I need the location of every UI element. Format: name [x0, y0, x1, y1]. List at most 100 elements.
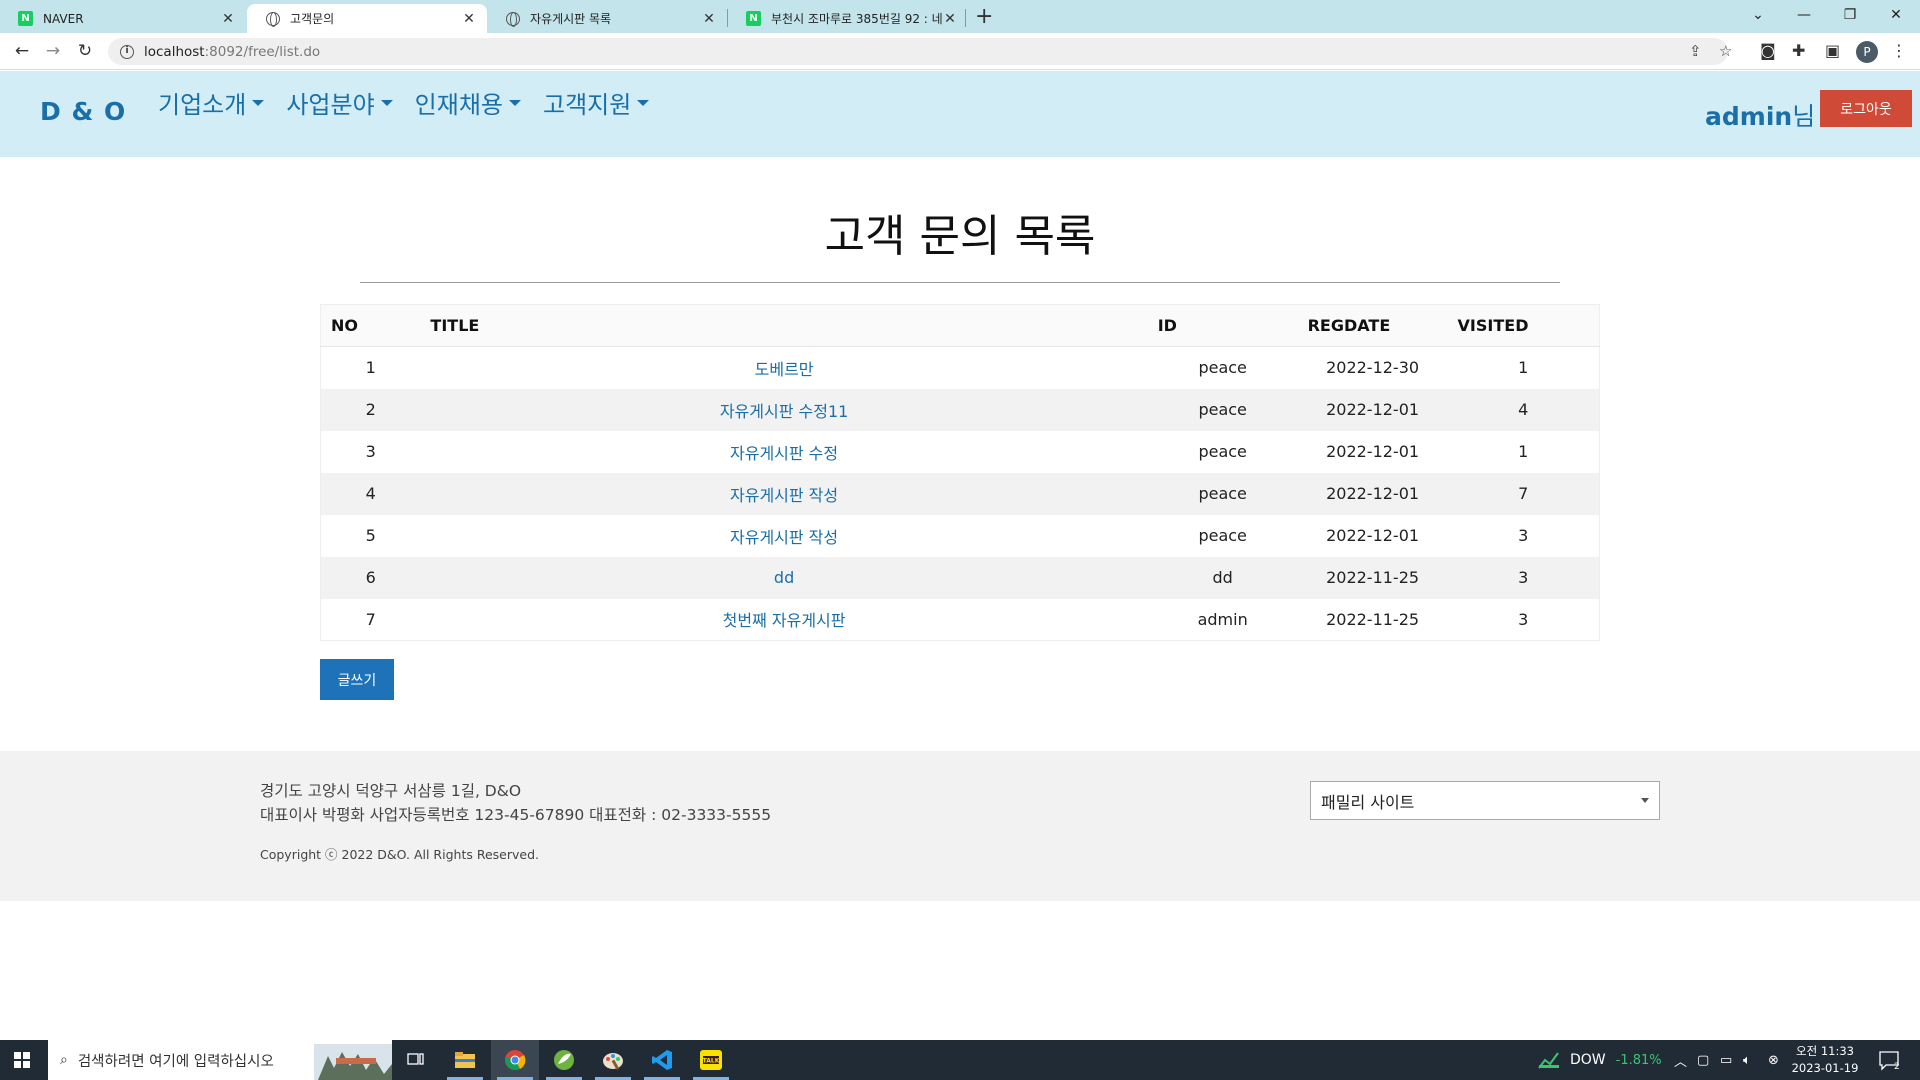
chrome-icon[interactable]	[491, 1040, 539, 1080]
minimize-icon[interactable]: —	[1781, 4, 1827, 26]
logout-button[interactable]: 로그아웃	[1820, 90, 1912, 127]
paint-icon[interactable]	[589, 1040, 637, 1080]
cell-no: 5	[365, 526, 376, 545]
nav-recruitment[interactable]: 인재채용	[415, 85, 521, 120]
page-title: 고객 문의 목록	[824, 211, 1096, 262]
task-view-icon[interactable]	[392, 1040, 440, 1080]
family-site-select[interactable]: 패밀리 사이트	[1310, 781, 1660, 820]
clock-time: 오전 11:33	[1796, 1044, 1854, 1058]
site-footer: 경기도 고양시 덕양구 서삼릉 1길, D&O 대표이사 박평화 사업자등록번호…	[0, 751, 1920, 901]
cell-no: 1	[365, 358, 376, 378]
cell-no: 6	[320, 556, 421, 599]
close-icon[interactable]: ✕	[461, 11, 477, 27]
more-menu-icon[interactable]: ⋮	[1891, 41, 1907, 60]
notification-count: 2	[1894, 1062, 1900, 1071]
windows-start-icon[interactable]	[14, 1052, 30, 1068]
url-path: :8092/free/list.do	[204, 43, 321, 60]
spring-tool-suite-icon[interactable]	[540, 1040, 588, 1080]
main-navigation: 기업소개 사업분야 인재채용 고객지원	[158, 85, 671, 120]
close-icon[interactable]: ✕	[701, 11, 717, 27]
search-icon: ⌕	[60, 1052, 68, 1068]
post-title-link[interactable]: 자유게시판 작성	[730, 486, 838, 505]
restore-icon[interactable]: ❐	[1827, 4, 1873, 26]
status-warning-icon[interactable]: ⊗	[1768, 1040, 1779, 1080]
side-panel-icon[interactable]: ▣	[1825, 41, 1840, 60]
close-icon[interactable]: ✕	[220, 11, 236, 27]
site-logo[interactable]: D & O	[40, 97, 126, 126]
post-title-link[interactable]: dd	[774, 568, 794, 587]
cell-regdate: 2022-11-25	[1326, 609, 1420, 629]
caret-down-icon	[380, 99, 393, 106]
column-header-regdate: REGDATE	[1297, 304, 1448, 347]
address-bar[interactable]: i localhost:8092/free/list.do	[108, 38, 1728, 65]
tab-search-icon[interactable]: ⌄	[1735, 4, 1781, 26]
nav-business-area[interactable]: 사업분야	[286, 85, 393, 120]
table-row: 4 자유게시판 작성 peace 2022-12-01 7	[320, 472, 1600, 515]
screenshot-camera-icon[interactable]: ◙	[1760, 41, 1776, 60]
extensions-puzzle-icon[interactable]: ✚	[1792, 41, 1805, 60]
file-explorer-icon[interactable]	[441, 1040, 489, 1080]
clock-date: 2023-01-19	[1791, 1061, 1859, 1075]
back-icon[interactable]: ←	[10, 39, 34, 63]
reload-icon[interactable]: ↻	[73, 39, 97, 63]
tab-naver[interactable]: N NAVER ✕	[0, 4, 246, 33]
taskbar-search-box[interactable]: ⌕ 검색하려면 여기에 입력하십시오	[48, 1040, 392, 1080]
table-row: 2 자유게시판 수정11 peace 2022-12-01 4	[320, 388, 1600, 431]
table-row: 6 dd dd 2022-11-25 3	[320, 556, 1600, 599]
site-info-icon[interactable]: i	[120, 44, 134, 59]
volume-muted-icon[interactable]: 🔈︎	[1743, 1040, 1751, 1080]
cell-no: 2	[320, 388, 421, 431]
table-row: 7 첫번째 자유게시판 admin 2022-11-25 3	[321, 599, 1600, 641]
post-title-link[interactable]: 도베르만	[755, 360, 814, 379]
tab-naver-map[interactable]: N 부천시 조마루로 385번길 92 : 네 ✕	[728, 4, 968, 33]
post-title-link[interactable]: 자유게시판 수정11	[720, 402, 849, 421]
inquiry-table: NO TITLE ID REGDATE VISITED 1 도베르만 peace…	[320, 304, 1600, 641]
footer-business-info: 대표이사 박평화 사업자등록번호 123-45-67890 대표전화 : 02-…	[260, 806, 772, 824]
tab-free-board[interactable]: 자유게시판 목록 ✕	[487, 4, 727, 33]
new-tab-button[interactable]: +	[975, 5, 993, 29]
post-title-link[interactable]: 자유게시판 수정	[730, 444, 838, 463]
user-name: admin	[1705, 102, 1793, 131]
table-header-row: NO TITLE ID REGDATE VISITED	[320, 304, 1600, 347]
title-divider	[360, 282, 1560, 283]
globe-icon	[505, 11, 520, 27]
kakaotalk-icon[interactable]: TALK	[687, 1040, 735, 1080]
cell-id: peace	[1198, 358, 1247, 378]
cell-regdate: 2022-12-01	[1326, 526, 1420, 545]
nav-company-intro[interactable]: 기업소개	[158, 85, 265, 120]
table-row: 1 도베르만 peace 2022-12-30 1	[321, 347, 1600, 389]
close-icon[interactable]: ✕	[942, 11, 958, 27]
meet-now-icon[interactable]: ▢	[1697, 1040, 1709, 1080]
stock-chart-icon	[1538, 1052, 1559, 1069]
tab-customer-inquiry[interactable]: 고객문의 ✕	[247, 4, 487, 33]
profile-avatar[interactable]: P	[1856, 41, 1878, 63]
post-title-link[interactable]: 자유게시판 작성	[730, 528, 838, 547]
table-row: 3 자유게시판 수정 peace 2022-12-01 1	[321, 431, 1600, 473]
nav-label: 고객지원	[542, 91, 632, 119]
cell-regdate: 2022-11-25	[1297, 556, 1448, 599]
cell-no: 3	[365, 442, 376, 461]
show-hidden-icons-icon[interactable]: ︿	[1674, 1040, 1687, 1080]
browser-tab-strip: N NAVER ✕ 고객문의 ✕ 자유게시판 목록 ✕ N 부천시 조마루로 3…	[0, 0, 1920, 33]
cell-id: peace	[1147, 388, 1298, 431]
cell-visited: 1	[1518, 358, 1529, 378]
post-title-link[interactable]: 첫번째 자유게시판	[723, 611, 846, 630]
nav-label: 사업분야	[286, 91, 375, 119]
cell-id: admin	[1197, 609, 1248, 629]
notification-center-icon[interactable]: 2	[1878, 1040, 1900, 1080]
browser-toolbar: ← → ↻ i localhost:8092/free/list.do ⇪ ☆ …	[0, 33, 1920, 70]
vscode-icon[interactable]	[638, 1040, 686, 1080]
share-icon[interactable]: ⇪	[1689, 42, 1702, 60]
nav-label: 기업소개	[158, 91, 247, 119]
stock-widget[interactable]: DOW -1.81%	[1538, 1040, 1662, 1080]
network-icon[interactable]: ▭	[1720, 1040, 1732, 1080]
write-post-button[interactable]: 글쓰기	[320, 659, 394, 700]
footer-address: 경기도 고양시 덕양구 서삼릉 1길, D&O	[260, 782, 522, 800]
tab-title: 고객문의	[290, 12, 335, 26]
forward-icon[interactable]: →	[41, 39, 65, 63]
close-window-icon[interactable]: ✕	[1873, 4, 1919, 26]
taskbar-clock[interactable]: 오전 11:33 2023-01-19	[1790, 1043, 1860, 1077]
nav-customer-support[interactable]: 고객지원	[542, 85, 650, 120]
footer-copyright: Copyright ⓒ 2022 D&O. All Rights Reserve…	[260, 847, 539, 862]
bookmark-star-icon[interactable]: ☆	[1719, 42, 1732, 60]
